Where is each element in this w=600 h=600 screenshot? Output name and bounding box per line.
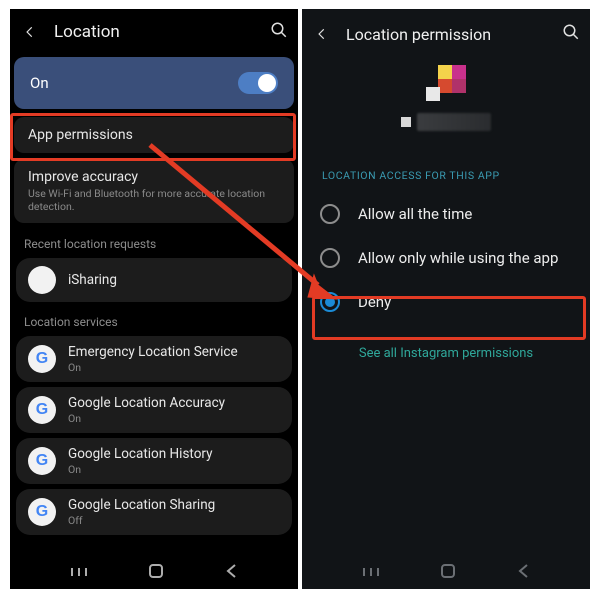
app-permissions-label: App permissions — [28, 127, 280, 143]
composite-screenshot: Location On App permissions Improve accu… — [0, 0, 600, 600]
option-allow-all-time[interactable]: Allow all the time — [302, 192, 590, 236]
android-nav-bar — [302, 557, 590, 589]
left-screen-location-settings: Location On App permissions Improve accu… — [10, 9, 298, 589]
search-icon[interactable] — [562, 23, 580, 45]
service-name: Google Location Sharing — [68, 497, 215, 513]
toggle-label: On — [30, 74, 49, 92]
google-app-icon: G — [28, 498, 56, 526]
see-all-permissions-link[interactable]: See all Instagram permissions — [302, 324, 590, 383]
option-label: Allow only while using the app — [358, 249, 558, 267]
location-master-toggle[interactable]: On — [14, 57, 294, 109]
improve-accuracy-row[interactable]: Improve accuracy Use Wi-Fi and Bluetooth… — [14, 159, 294, 223]
nav-back-icon[interactable] — [516, 563, 532, 583]
instagram-app-icon — [426, 65, 466, 105]
recent-apps-icon[interactable] — [69, 564, 89, 583]
service-name: Google Location History — [68, 446, 213, 462]
right-screen-location-permission: Location permission LOCATION ACCESS FOR … — [302, 9, 590, 589]
service-state: On — [68, 361, 238, 374]
service-state: Off — [68, 514, 215, 527]
option-allow-while-using[interactable]: Allow only while using the app — [302, 236, 590, 280]
service-state: On — [68, 463, 213, 476]
app-permissions-row[interactable]: App permissions — [14, 117, 294, 153]
app-header — [302, 59, 590, 141]
google-app-icon: G — [28, 396, 56, 424]
service-name: Google Location Accuracy — [68, 395, 225, 411]
recent-apps-icon[interactable] — [361, 564, 381, 583]
radio-unselected-icon[interactable] — [320, 248, 340, 268]
app-name-obscured — [401, 113, 491, 131]
obscured-square-icon — [401, 117, 411, 127]
home-icon[interactable] — [147, 562, 165, 584]
google-app-icon: G — [28, 447, 56, 475]
toggle-switch-on-icon[interactable] — [238, 72, 278, 94]
recent-app-isharing[interactable]: iSharing — [16, 258, 292, 302]
nav-back-icon[interactable] — [224, 563, 240, 583]
page-title: Location permission — [346, 25, 491, 44]
back-icon[interactable] — [20, 22, 40, 42]
improve-accuracy-desc: Use Wi-Fi and Bluetooth for more accurat… — [28, 187, 280, 213]
android-nav-bar — [10, 557, 298, 589]
option-label: Deny — [358, 293, 391, 311]
option-deny[interactable]: Deny — [302, 280, 590, 324]
service-state: On — [68, 412, 225, 425]
service-name: Emergency Location Service — [68, 344, 238, 360]
home-icon[interactable] — [439, 562, 457, 584]
back-icon[interactable] — [312, 24, 332, 44]
location-services-header: Location services — [10, 307, 298, 331]
service-google-location-history[interactable]: G Google Location History On — [16, 438, 292, 484]
google-app-icon: G — [28, 345, 56, 373]
radio-unselected-icon[interactable] — [320, 204, 340, 224]
improve-accuracy-title: Improve accuracy — [28, 169, 280, 185]
option-label: Allow all the time — [358, 205, 472, 223]
obscured-text — [417, 113, 491, 131]
permission-section-caption: LOCATION ACCESS FOR THIS APP — [302, 141, 590, 192]
search-icon[interactable] — [270, 21, 288, 43]
service-emergency-location[interactable]: G Emergency Location Service On — [16, 336, 292, 382]
isharing-app-icon — [28, 266, 56, 294]
service-google-location-accuracy[interactable]: G Google Location Accuracy On — [16, 387, 292, 433]
radio-selected-icon[interactable] — [320, 292, 340, 312]
recent-requests-header: Recent location requests — [10, 229, 298, 253]
page-title: Location — [54, 22, 120, 42]
app-name: iSharing — [68, 272, 117, 288]
service-google-location-sharing[interactable]: G Google Location Sharing Off — [16, 489, 292, 535]
app-bar: Location permission — [302, 9, 590, 59]
app-bar: Location — [10, 9, 298, 55]
